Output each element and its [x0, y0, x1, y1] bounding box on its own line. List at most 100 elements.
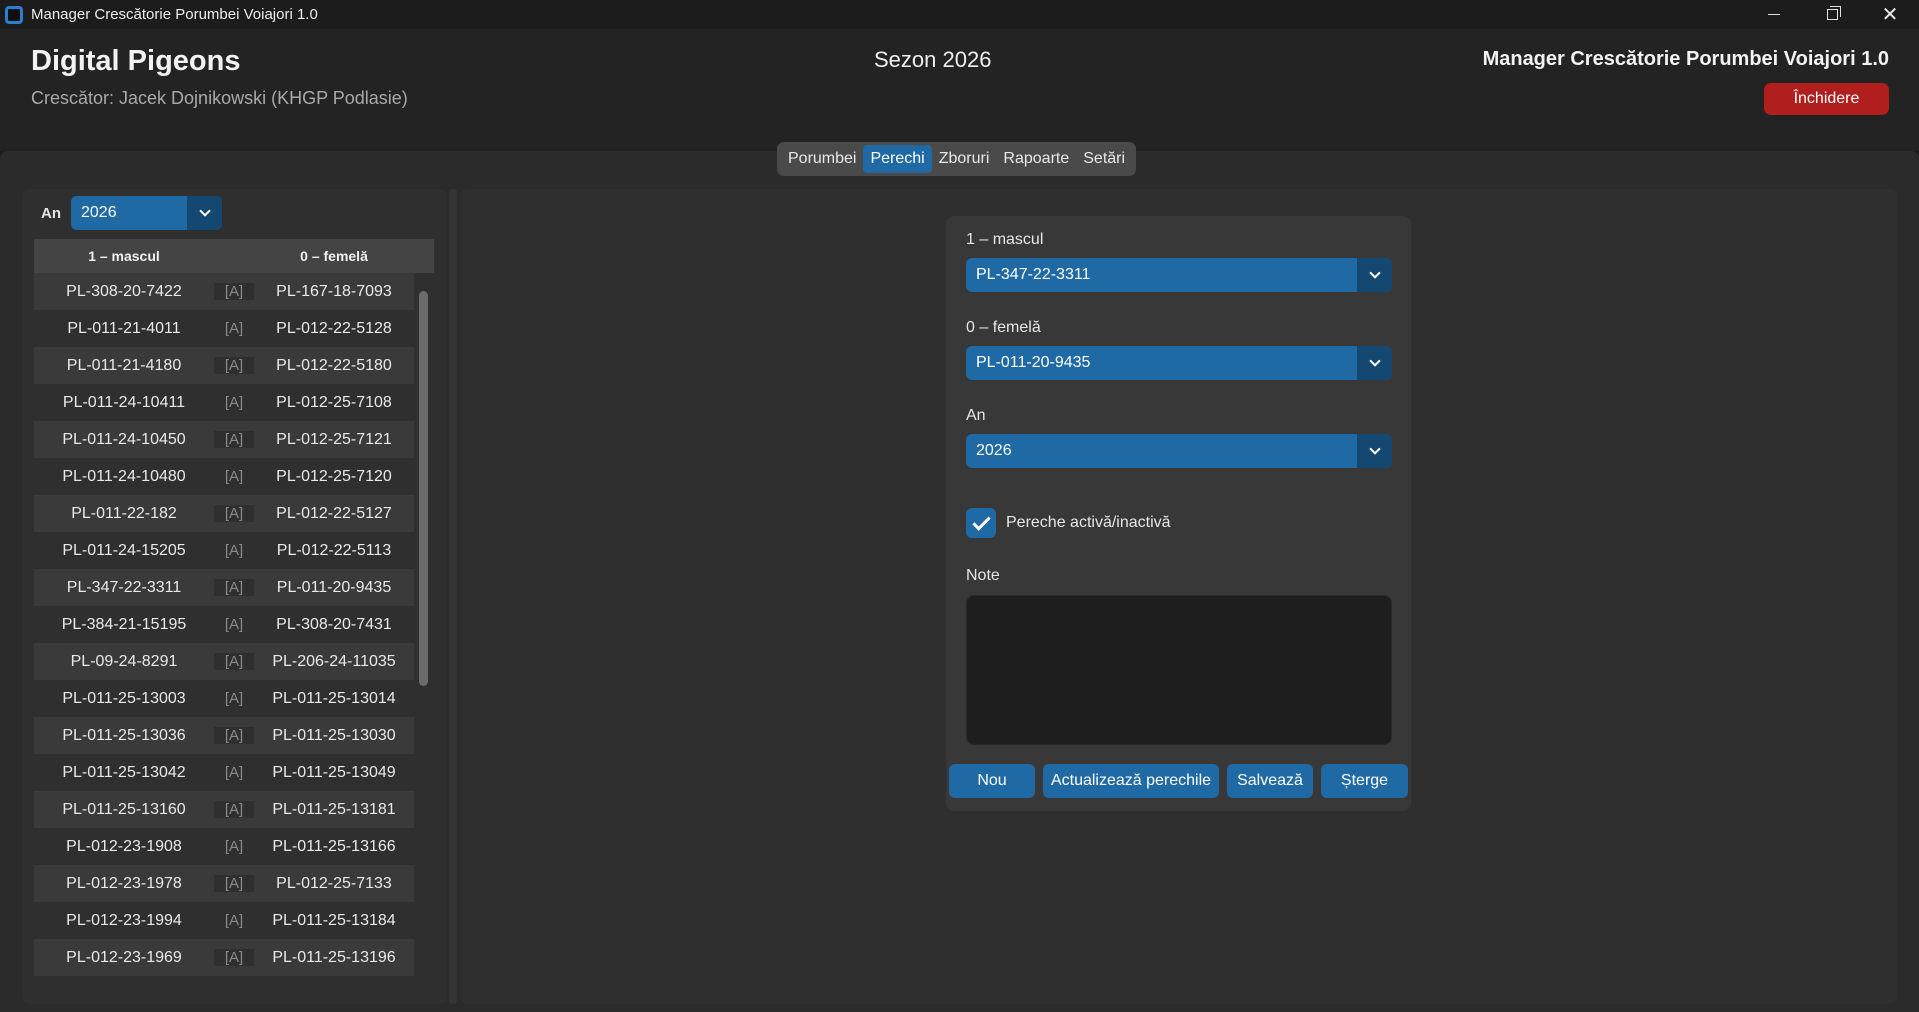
checkmark-icon — [971, 511, 991, 531]
male-ring-cell: PL-011-24-10480 — [62, 467, 186, 485]
active-pair-checkbox[interactable] — [966, 508, 996, 538]
year-label: An — [966, 407, 986, 424]
status-cell: [A] — [224, 468, 244, 485]
female-ring-cell: PL-011-25-13181 — [272, 800, 396, 818]
window-title: Manager Crescătorie Porumbei Voiajori 1.… — [31, 6, 318, 23]
table-row[interactable]: PL-09-24-8291 [A] PL-206-24-11035 — [34, 643, 414, 680]
female-ring-cell: PL-012-25-7120 — [276, 467, 392, 485]
status-cell: [A] — [214, 579, 254, 596]
female-ring-cell: PL-167-18-7093 — [276, 282, 392, 300]
male-ring-cell: PL-347-22-3311 — [66, 578, 182, 596]
pair-editor-panel: 1 – mascul PL-347-22-3311 0 – femelă PL-… — [460, 189, 1897, 1004]
year-filter-select[interactable]: 2026 — [71, 196, 222, 230]
status-cell: [A] — [224, 838, 244, 855]
female-ring-cell: PL-012-22-5113 — [276, 541, 392, 559]
status-cell: [A] — [224, 542, 244, 559]
app-header: Digital Pigeons Crescător: Jacek Dojniko… — [0, 29, 1919, 151]
table-row[interactable]: PL-011-21-4180 [A] PL-012-22-5180 — [34, 347, 414, 384]
female-ring-cell: PL-011-25-13166 — [272, 837, 396, 855]
close-app-button[interactable]: Închidere — [1764, 83, 1889, 115]
table-row[interactable]: PL-011-21-4011 [A] PL-012-22-5128 — [34, 310, 414, 347]
tab-perechi[interactable]: Perechi — [863, 145, 932, 173]
status-cell: [A] — [224, 616, 244, 633]
active-pair-label: Pereche activă/inactivă — [1006, 514, 1171, 531]
table-row[interactable]: PL-012-23-1908 [A] PL-011-25-13166 — [34, 828, 414, 865]
table-row[interactable]: PL-384-21-15195 [A] PL-308-20-7431 — [34, 606, 414, 643]
table-row[interactable]: PL-011-24-10480 [A] PL-012-25-7120 — [34, 458, 414, 495]
restore-button[interactable] — [1803, 0, 1861, 29]
status-cell: [A] — [224, 912, 244, 929]
tab-porumbei[interactable]: Porumbei — [781, 145, 863, 173]
table-row[interactable]: PL-011-24-10450 [A] PL-012-25-7121 — [34, 421, 414, 458]
table-row[interactable]: PL-012-23-1994 [A] PL-011-25-13184 — [34, 902, 414, 939]
brand-title: Digital Pigeons — [31, 45, 241, 77]
year-select[interactable]: 2026 — [966, 434, 1392, 468]
notes-label: Note — [966, 567, 1000, 584]
female-select-value: PL-011-20-9435 — [976, 354, 1091, 371]
male-ring-cell: PL-012-23-1969 — [66, 948, 182, 966]
column-male: 1 – mascul — [88, 248, 160, 264]
table-row[interactable]: PL-308-20-7422 [A] PL-167-18-7093 — [34, 273, 414, 310]
male-ring-cell: PL-011-22-182 — [71, 504, 177, 522]
male-ring-cell: PL-011-25-13003 — [62, 689, 186, 707]
year-filter-dropdown-button[interactable] — [187, 196, 222, 230]
table-row[interactable]: PL-347-22-3311 [A] PL-011-20-9435 — [34, 569, 414, 606]
female-ring-cell: PL-012-25-7121 — [276, 430, 392, 448]
status-cell: [A] — [214, 949, 254, 966]
column-female: 0 – femelă — [300, 248, 368, 264]
chevron-down-icon — [1368, 267, 1381, 279]
status-cell: [A] — [224, 764, 244, 781]
female-label: 0 – femelă — [966, 319, 1041, 336]
male-select[interactable]: PL-347-22-3311 — [966, 258, 1392, 292]
male-ring-cell: PL-011-24-10411 — [62, 393, 186, 411]
status-cell: [A] — [224, 320, 244, 337]
male-ring-cell: PL-011-25-13042 — [62, 763, 186, 781]
female-select[interactable]: PL-011-20-9435 — [966, 346, 1392, 380]
table-row[interactable]: PL-012-23-1978 [A] PL-012-25-7133 — [34, 865, 414, 902]
pairs-table-header: 1 – mascul 0 – femelă — [34, 239, 434, 273]
tab-rapoarte[interactable]: Rapoarte — [996, 145, 1076, 173]
male-dropdown-button[interactable] — [1357, 258, 1392, 292]
status-cell: [A] — [214, 283, 254, 300]
table-row[interactable]: PL-011-25-13160 [A] PL-011-25-13181 — [34, 791, 414, 828]
pairs-scrollbar[interactable] — [419, 291, 428, 686]
table-row[interactable]: PL-011-24-15205 [A] PL-012-22-5113 — [34, 532, 414, 569]
female-dropdown-button[interactable] — [1357, 346, 1392, 380]
breeder-info: Crescător: Jacek Dojnikowski (KHGP Podla… — [31, 88, 408, 108]
close-window-button[interactable]: ✕ — [1861, 0, 1919, 29]
minimize-button[interactable] — [1745, 0, 1803, 29]
window-controls: ✕ — [1745, 0, 1919, 29]
year-filter-value: 2026 — [81, 204, 117, 221]
tab-setari[interactable]: Setări — [1076, 145, 1132, 173]
table-row[interactable]: PL-012-23-1969 [A] PL-011-25-13196 — [34, 939, 414, 976]
close-icon: ✕ — [1881, 3, 1899, 26]
new-button[interactable]: Nou — [949, 764, 1035, 798]
panel-divider[interactable] — [449, 189, 457, 1004]
male-ring-cell: PL-011-21-4011 — [67, 319, 181, 337]
notes-textarea[interactable] — [966, 595, 1392, 745]
table-row[interactable]: PL-011-24-10411 [A] PL-012-25-7108 — [34, 384, 414, 421]
female-ring-cell: PL-012-22-5128 — [276, 319, 392, 337]
status-cell: [A] — [224, 690, 244, 707]
male-ring-cell: PL-011-24-10450 — [62, 430, 186, 448]
pairs-list-panel: An 2026 1 – mascul 0 – femelă PL-308-20-… — [22, 189, 457, 1004]
save-button[interactable]: Salvează — [1227, 764, 1313, 798]
status-cell: [A] — [214, 653, 254, 670]
female-ring-cell: PL-011-25-13030 — [272, 726, 396, 744]
table-row[interactable]: PL-011-25-13003 [A] PL-011-25-13014 — [34, 680, 414, 717]
male-ring-cell: PL-011-21-4180 — [66, 356, 182, 374]
table-row[interactable]: PL-011-22-182 [A] PL-012-22-5127 — [34, 495, 414, 532]
table-row[interactable]: PL-011-25-13036 [A] PL-011-25-13030 — [34, 717, 414, 754]
male-select-value: PL-347-22-3311 — [976, 266, 1091, 283]
restore-icon — [1826, 6, 1841, 20]
chevron-down-icon — [1368, 355, 1381, 367]
tab-bar: Porumbei Perechi Zboruri Rapoarte Setări — [777, 142, 1137, 176]
table-row[interactable]: PL-011-25-13042 [A] PL-011-25-13049 — [34, 754, 414, 791]
year-dropdown-button[interactable] — [1357, 434, 1392, 468]
status-cell: [A] — [214, 875, 254, 892]
update-pairs-button[interactable]: Actualizează perechile — [1043, 764, 1219, 798]
male-ring-cell: PL-012-23-1908 — [66, 837, 182, 855]
female-ring-cell: PL-012-22-5127 — [276, 504, 392, 522]
tab-zboruri[interactable]: Zboruri — [932, 145, 997, 173]
delete-button[interactable]: Șterge — [1321, 764, 1408, 798]
